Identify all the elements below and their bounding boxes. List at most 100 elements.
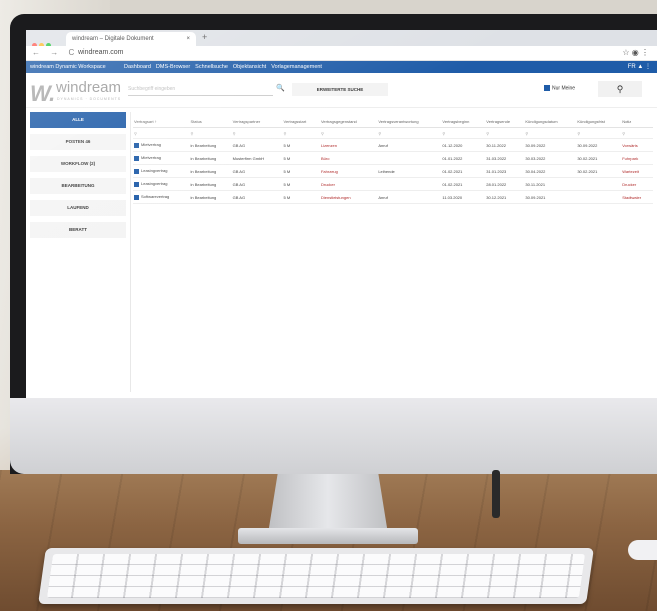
table-cell: 30.02.2021 bbox=[577, 168, 598, 174]
nav-link-4[interactable]: Vorlagemanagement bbox=[271, 64, 322, 70]
column-filter-icon[interactable]: ⚲ bbox=[133, 127, 190, 139]
table-cell-wrap: 31.03.2022 bbox=[485, 151, 525, 165]
table-cell-wrap bbox=[377, 151, 442, 165]
toolbar: W. windream DYNAMICS · DOCUMENTS Suchbeg… bbox=[26, 73, 657, 108]
column-header[interactable]: Notiz bbox=[621, 116, 653, 128]
column-header[interactable]: Vertragsart ↑ bbox=[133, 116, 190, 128]
monitor-chin bbox=[10, 398, 657, 474]
table-cell: in Bearbeitung bbox=[190, 142, 217, 148]
table-cell: Drucker bbox=[320, 181, 335, 187]
table-cell: Drucker bbox=[622, 181, 637, 187]
column-header[interactable]: Vertragsgegenstand bbox=[319, 116, 378, 128]
table-cell-wrap: in Bearbeitung bbox=[189, 151, 232, 165]
table-cell: 30.09.2022 bbox=[525, 142, 546, 148]
column-header[interactable]: Vertragsende bbox=[485, 116, 525, 128]
column-filter-icon[interactable]: ⚲ bbox=[319, 127, 378, 139]
sidebar-item-1[interactable]: POSTEN 46 bbox=[30, 134, 126, 150]
search-input[interactable]: Suchbegriff eingeben bbox=[128, 83, 273, 96]
table-cell: GB AG bbox=[232, 168, 246, 174]
column-filter-icon[interactable]: ⚲ bbox=[231, 127, 283, 139]
table-cell-wrap: Anruf bbox=[377, 138, 442, 152]
tab-close-icon[interactable]: × bbox=[186, 32, 190, 46]
table-cell-wrap: 01.01.2022 bbox=[441, 151, 486, 165]
column-filter-icon[interactable]: ⚲ bbox=[441, 127, 486, 139]
sidebar-item-4[interactable]: LAUFEND bbox=[30, 200, 126, 216]
app-brand[interactable]: windream Dynamic Workspace bbox=[30, 61, 106, 73]
logo-subtitle: DYNAMICS · DOCUMENTS bbox=[57, 97, 122, 101]
document-icon bbox=[134, 181, 139, 187]
table-cell: 01.12.2020 bbox=[442, 142, 463, 148]
table-row[interactable]: Leasingvertrag in Bearbeitung GB AG 5 M Druc… bbox=[133, 177, 653, 191]
column-header[interactable]: Vertragsbeginn bbox=[441, 116, 486, 128]
table-body: ⚲ ⚲ ⚲ ⚲ ⚲ ⚲ ⚲ ⚲ ⚲ ⚲ ⚲ Mietvertrag in Bearbeitung GB A… bbox=[133, 127, 653, 204]
sidebar-item-3[interactable]: BEARBEITUNG bbox=[30, 178, 126, 194]
mouse bbox=[628, 540, 657, 560]
only-mine-checkbox[interactable]: Nur Meine bbox=[544, 85, 575, 91]
keyboard bbox=[38, 548, 594, 604]
sidebar-item-5[interactable]: BERATT bbox=[30, 222, 126, 238]
table-cell-wrap: GB AG bbox=[231, 177, 283, 191]
column-filter-icon[interactable]: ⚲ bbox=[524, 127, 577, 139]
table-cell-wrap: Stadtwaler bbox=[621, 190, 653, 204]
table-cell-wrap: 01.02.2021 bbox=[441, 177, 486, 191]
nav-link-2[interactable]: Schnellsuche bbox=[195, 64, 228, 70]
column-filter-icon[interactable]: ⚲ bbox=[282, 127, 320, 139]
new-tab-button[interactable]: + bbox=[202, 32, 207, 42]
column-header[interactable]: Kündigungsfrist bbox=[576, 116, 622, 128]
column-header[interactable]: Status bbox=[189, 116, 232, 128]
table-cell: Fahrzeug bbox=[320, 168, 338, 174]
keyboard-keys bbox=[46, 554, 586, 598]
column-filter-icon[interactable]: ⚲ bbox=[621, 127, 653, 139]
filter-button[interactable]: ⚲ bbox=[598, 81, 642, 97]
nav-link-1[interactable]: DMS-Browser bbox=[156, 64, 190, 70]
document-icon bbox=[134, 168, 139, 174]
table-cell-wrap: GB AG bbox=[231, 138, 283, 152]
table-cell-wrap: Mietvertrag bbox=[133, 138, 190, 152]
table-row[interactable]: Mietvertrag in Bearbeitung Musterfirm GmbH… bbox=[133, 151, 653, 165]
checkbox-icon[interactable] bbox=[544, 85, 550, 91]
table-cell-wrap: in Bearbeitung bbox=[189, 177, 232, 191]
table-cell: Fuhrpark bbox=[622, 155, 639, 161]
column-filter-icon[interactable]: ⚲ bbox=[485, 127, 525, 139]
sidebar-item-2[interactable]: WORKFLOW (2) bbox=[30, 156, 126, 172]
table-cell: Leasingvertrag bbox=[141, 181, 168, 187]
table-cell: 01.02.2021 bbox=[442, 181, 463, 187]
tab-title: windream – Digitale Dokument bbox=[72, 36, 154, 42]
column-header[interactable]: Vertragsverantwortung bbox=[377, 116, 442, 128]
app-nav-links: Dashboard DMS-Browser Schnellsuche Objekt­a… bbox=[124, 61, 327, 73]
table-cell: 30.12.2021 bbox=[486, 194, 507, 200]
table-cell-wrap: 11.03.2020 bbox=[441, 190, 486, 204]
table-cell: Anruf bbox=[378, 194, 388, 200]
table-cell-wrap: GB AG bbox=[231, 190, 283, 204]
table-row[interactable]: Softwarevertrag in Bearbeitung GB AG 5 M Die… bbox=[133, 190, 653, 204]
advanced-search-button[interactable]: ERWEITERTE SUCHE bbox=[292, 83, 388, 96]
table-row[interactable]: Leasingvertrag in Bearbeitung GB AG 5 M Fahr… bbox=[133, 164, 653, 178]
table-cell: GB AG bbox=[232, 142, 246, 148]
table-cell: in Bearbeitung bbox=[190, 155, 217, 161]
app-user-menu[interactable]: FR ▲ ⋮ bbox=[628, 61, 651, 73]
column-header[interactable]: Kündigungsdatum bbox=[524, 116, 577, 128]
url-field[interactable]: windream.com bbox=[78, 49, 124, 56]
search-icon[interactable]: 🔍 bbox=[276, 84, 285, 92]
nav-link-3[interactable]: Objekt­ansicht bbox=[233, 64, 266, 70]
table-row[interactable]: Mietvertrag in Bearbeitung GB AG 5 M Lizenze… bbox=[133, 138, 653, 152]
table-cell-wrap: 5 M bbox=[282, 151, 320, 165]
table-cell: in Bearbeitung bbox=[190, 194, 217, 200]
browser-menu-icons[interactable]: ☆ ◉ ⋮ bbox=[622, 48, 649, 57]
sidebar: ALLE POSTEN 46 WORKFLOW (2) BEARBEITUNG LAUF… bbox=[26, 112, 131, 392]
table-cell: Anruf bbox=[378, 142, 388, 148]
browser-tab[interactable]: windream – Digitale Dokument × bbox=[66, 32, 196, 46]
nav-buttons[interactable]: ← → C bbox=[32, 48, 78, 57]
table-cell-wrap: GB AG bbox=[231, 164, 283, 178]
column-header[interactable]: Vertragsstart bbox=[282, 116, 320, 128]
column-filter-icon[interactable]: ⚲ bbox=[377, 127, 442, 139]
column-filter-icon[interactable]: ⚲ bbox=[576, 127, 622, 139]
sidebar-item-0[interactable]: ALLE bbox=[30, 112, 126, 128]
table-cell-wrap: 30.09.2021 bbox=[524, 190, 577, 204]
table-cell-wrap: Fuhrpark bbox=[621, 151, 653, 165]
table-cell: Softwarevertrag bbox=[141, 194, 170, 200]
column-header[interactable]: Vertragspartner bbox=[231, 116, 283, 128]
nav-link-0[interactable]: Dashboard bbox=[124, 64, 151, 70]
column-filter-icon[interactable]: ⚲ bbox=[189, 127, 232, 139]
table-cell-wrap: Büro bbox=[319, 151, 378, 165]
